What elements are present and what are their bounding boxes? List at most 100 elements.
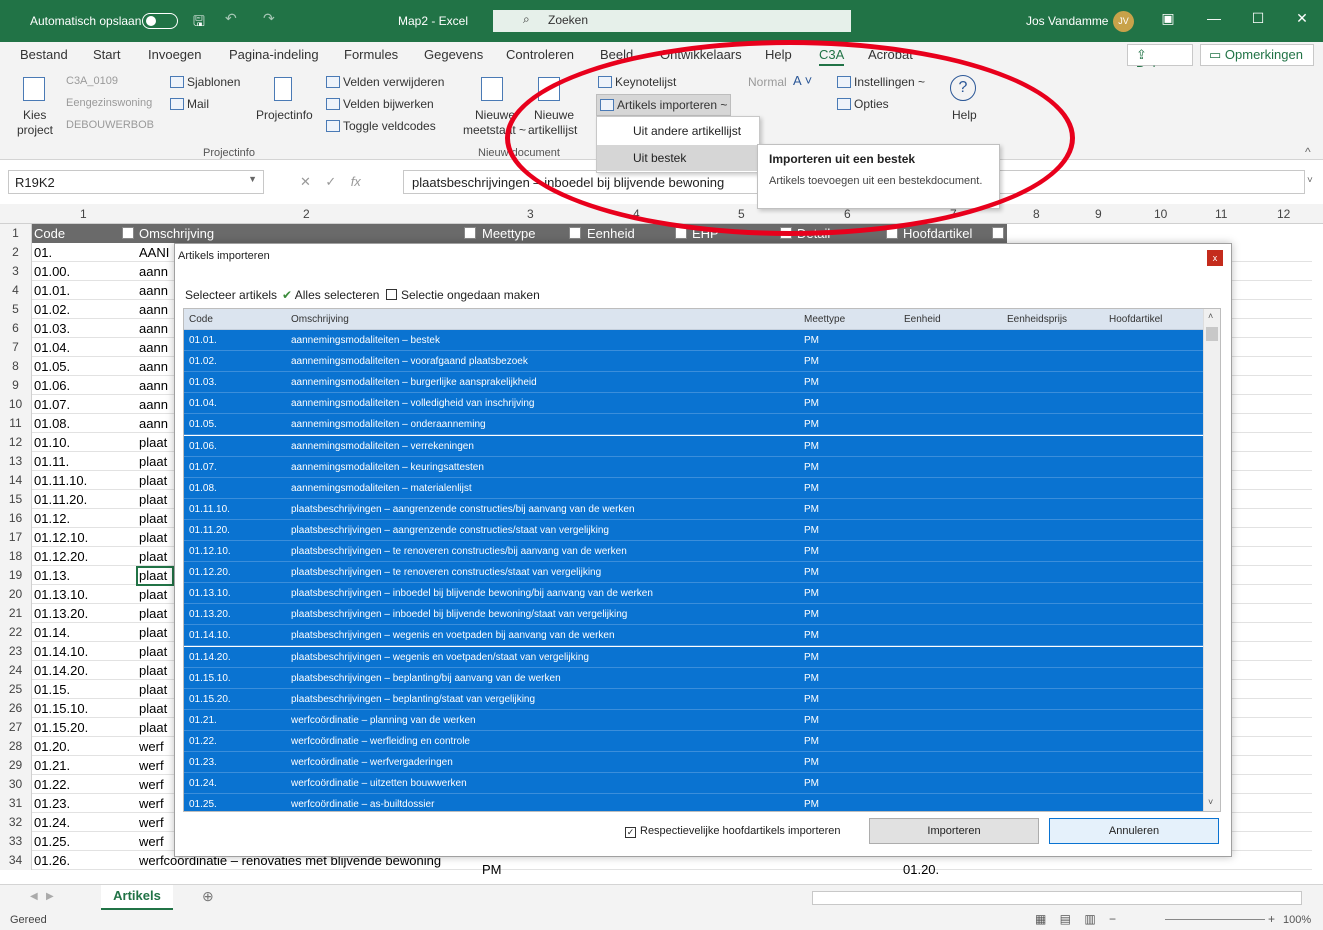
list-item[interactable]: 01.23. werfcoördinatie – werfvergaderinge… xyxy=(184,752,1204,773)
cell-omschrijving[interactable]: plaat xyxy=(139,625,173,640)
hoofdartikels-checkbox[interactable]: ✓ Respectievelijke hoofdartikels importer… xyxy=(625,825,841,838)
col-header-9[interactable]: 9 xyxy=(1095,207,1102,221)
cell-code[interactable]: 01.21. xyxy=(34,758,134,773)
list-item[interactable]: 01.06. aannemingsmodaliteiten – verrekeni… xyxy=(184,435,1204,457)
row-header[interactable]: 30 xyxy=(0,775,32,794)
row-header[interactable]: 4 xyxy=(0,281,32,300)
row-header[interactable]: 15 xyxy=(0,490,32,509)
cell-code[interactable]: 01.22. xyxy=(34,777,134,792)
name-box[interactable]: R19K2 ▼ xyxy=(8,170,264,194)
row-header[interactable]: 5 xyxy=(0,300,32,319)
cell-omschrijving[interactable]: aann xyxy=(139,397,173,412)
velden-bijwerken-button[interactable]: Velden bijwerken xyxy=(326,97,434,111)
select-all-button[interactable]: ✔ Alles selecteren xyxy=(282,288,379,302)
list-col-hoofdartikel[interactable]: Hoofdartikel xyxy=(1109,314,1162,325)
autosave-toggle[interactable] xyxy=(142,13,178,29)
cell-code[interactable]: 01.20. xyxy=(34,739,134,754)
cell-code[interactable]: 01.07. xyxy=(34,397,134,412)
cell-code[interactable]: 01.01. xyxy=(34,283,134,298)
cell-omschrijving[interactable]: werf xyxy=(139,777,173,792)
row-header[interactable]: 33 xyxy=(0,832,32,851)
row-header[interactable]: 34 xyxy=(0,851,32,870)
list-item[interactable]: 01.21. werfcoördinatie – planning van de … xyxy=(184,709,1204,731)
row34-hoofdartikel[interactable]: 01.20. xyxy=(903,862,939,877)
cell-omschrijving[interactable]: plaat xyxy=(139,606,173,621)
maximize-button[interactable]: ☐ xyxy=(1243,10,1273,27)
row-header[interactable]: 17 xyxy=(0,528,32,547)
row-header[interactable]: 29 xyxy=(0,756,32,775)
dialog-close-button[interactable]: x xyxy=(1207,250,1223,266)
document-icon[interactable] xyxy=(274,77,292,101)
list-item[interactable]: 01.03. aannemingsmodaliteiten – burgerlij… xyxy=(184,372,1204,394)
row-header[interactable]: 26 xyxy=(0,699,32,718)
tab-bestand[interactable]: Bestand xyxy=(20,47,68,62)
view-icons[interactable]: ▦ ▤ ▥ − xyxy=(1035,912,1116,926)
list-scrollbar[interactable]: ˄ ˅ xyxy=(1203,309,1220,811)
toggle-veldcodes-button[interactable]: Toggle veldcodes xyxy=(326,119,436,133)
list-item[interactable]: 01.25. werfcoördinatie – as-builtdossier P… xyxy=(184,794,1204,811)
row-header[interactable]: 12 xyxy=(0,433,32,452)
save-icon[interactable]: 🖫 xyxy=(193,11,205,35)
cell-code[interactable]: 01.11.10. xyxy=(34,473,134,488)
scroll-down-icon[interactable]: ˅ xyxy=(1208,797,1213,807)
comments-button[interactable]: ▭ Opmerkingen xyxy=(1200,44,1314,66)
sheet-nav-icon[interactable]: ◀ ▶ xyxy=(30,891,54,902)
scroll-thumb[interactable] xyxy=(1206,327,1218,341)
col-header-2[interactable]: 2 xyxy=(303,207,310,221)
cell-omschrijving[interactable]: aann xyxy=(139,302,173,317)
tab-formules[interactable]: Formules xyxy=(344,47,398,62)
avatar[interactable]: JV xyxy=(1113,11,1134,32)
scroll-up-icon[interactable]: ˄ xyxy=(1208,311,1213,321)
cell-omschrijving[interactable]: plaat xyxy=(139,682,173,697)
header-code[interactable]: Code xyxy=(34,226,65,241)
add-sheet-icon[interactable]: ⊕ xyxy=(202,888,214,905)
cell-code[interactable]: 01.11. xyxy=(34,454,134,469)
header-hoofdartikel[interactable]: Hoofdartikel xyxy=(903,226,972,241)
cell-omschrijving[interactable]: aann xyxy=(139,321,173,336)
cell-code[interactable]: 01.13. xyxy=(34,568,134,583)
sheet-tab-artikels[interactable]: Artikels xyxy=(101,885,173,910)
cell-omschrijving[interactable]: plaat xyxy=(139,530,173,545)
list-item[interactable]: 01.01. aannemingsmodaliteiten – bestek PM xyxy=(184,330,1204,351)
row-header[interactable]: 19 xyxy=(0,566,32,585)
cell-omschrijving[interactable]: plaat xyxy=(139,435,173,450)
cell-code[interactable]: 01.14.10. xyxy=(34,644,134,659)
cell-omschrijving[interactable]: werf xyxy=(139,815,173,830)
list-item[interactable]: 01.11.20. plaatsbeschrijvingen – aangrenz… xyxy=(184,519,1204,541)
col-header-11[interactable]: 11 xyxy=(1215,207,1227,221)
selected-cell[interactable] xyxy=(136,566,174,586)
new-meetstaat-icon[interactable] xyxy=(481,77,503,101)
list-col-meettype[interactable]: Meettype xyxy=(804,314,845,325)
row-header[interactable]: 8 xyxy=(0,357,32,376)
list-col-eenheidsprijs[interactable]: Eenheidsprijs xyxy=(1007,314,1067,325)
collapse-ribbon-icon[interactable]: ^ xyxy=(1305,145,1311,159)
row-header[interactable]: 21 xyxy=(0,604,32,623)
cell-omschrijving[interactable]: werf xyxy=(139,796,173,811)
cell-omschrijving[interactable]: plaat xyxy=(139,720,173,735)
cell-code[interactable]: 01.05. xyxy=(34,359,134,374)
sjablonen-button[interactable]: Sjablonen xyxy=(170,75,240,89)
row-header[interactable]: 1 xyxy=(0,224,32,243)
cell-omschrijving[interactable]: plaat xyxy=(139,644,173,659)
row-header[interactable]: 7 xyxy=(0,338,32,357)
share-button[interactable]: ⇪ Delen xyxy=(1127,44,1193,78)
cell-code[interactable]: 01. xyxy=(34,245,134,260)
row-header[interactable]: 14 xyxy=(0,471,32,490)
header-omschrijving[interactable]: Omschrijving xyxy=(139,226,214,241)
cell-code[interactable]: 01.26. xyxy=(34,853,134,868)
cell-code[interactable]: 01.13.20. xyxy=(34,606,134,621)
close-button[interactable]: ✕ xyxy=(1287,10,1317,27)
cell-code[interactable]: 01.06. xyxy=(34,378,134,393)
col-header-3[interactable]: 3 xyxy=(527,207,534,221)
row-header[interactable]: 2 xyxy=(0,243,32,262)
cell-code[interactable]: 01.11.20. xyxy=(34,492,134,507)
cell-code[interactable]: 01.15.20. xyxy=(34,720,134,735)
list-item[interactable]: 01.15.20. plaatsbeschrijvingen – beplanti… xyxy=(184,688,1204,710)
cell-code[interactable]: 01.25. xyxy=(34,834,134,849)
cell-omschrijving[interactable]: aann xyxy=(139,359,173,374)
col-header-8[interactable]: 8 xyxy=(1033,207,1040,221)
list-item[interactable]: 01.07. aannemingsmodaliteiten – keuringsa… xyxy=(184,456,1204,478)
row-header[interactable]: 18 xyxy=(0,547,32,566)
list-item[interactable]: 01.14.10. plaatsbeschrijvingen – wegenis … xyxy=(184,625,1204,647)
cell-code[interactable]: 01.10. xyxy=(34,435,134,450)
